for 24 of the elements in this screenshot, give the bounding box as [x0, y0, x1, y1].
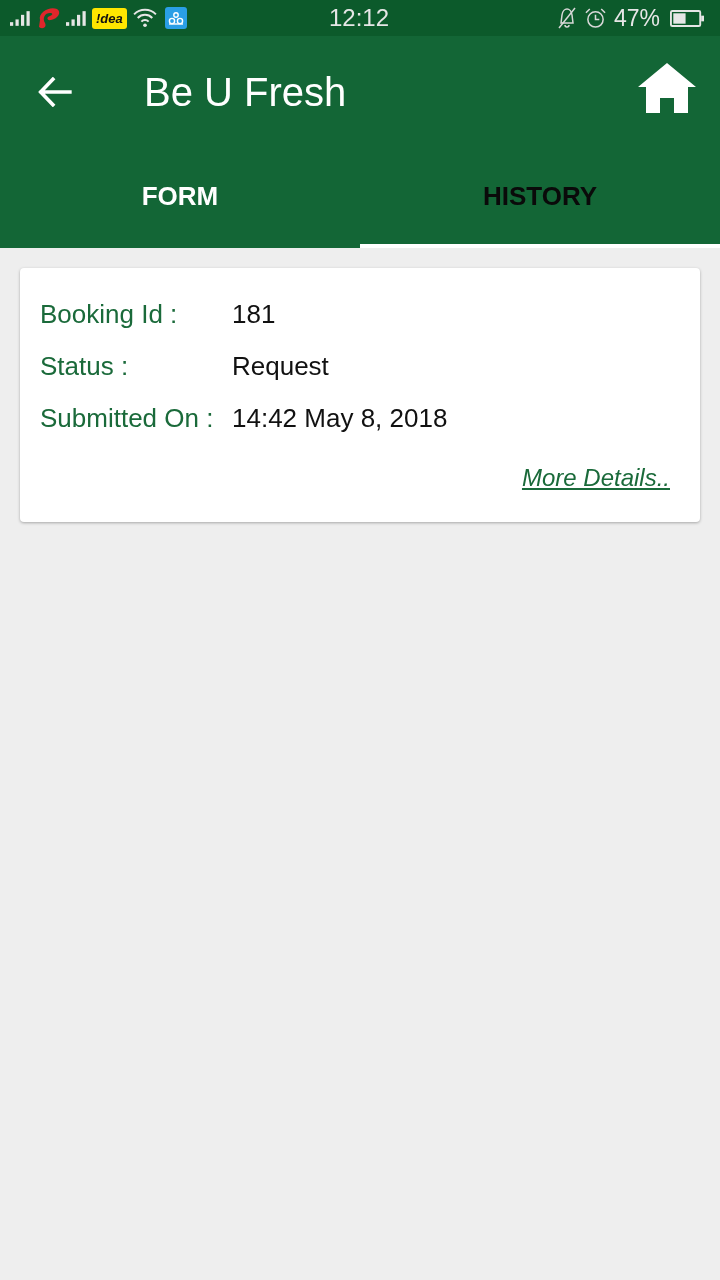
clock-time: 12:12 — [328, 4, 390, 32]
home-icon — [638, 63, 696, 113]
back-button[interactable] — [38, 77, 72, 107]
field-value: Request — [232, 350, 329, 382]
signal-icon — [66, 10, 88, 26]
app-title: Be U Fresh — [144, 69, 348, 115]
carrier-badge: !dea — [92, 7, 127, 29]
back-arrow-icon — [38, 77, 72, 107]
field-value: 14:42 May 8, 2018 — [232, 402, 448, 434]
signal-icon — [10, 10, 32, 26]
field-label: Booking Id : — [40, 298, 179, 330]
home-button[interactable] — [638, 63, 696, 113]
wifi-icon — [132, 8, 157, 28]
more-details-link[interactable]: More Details.. — [521, 464, 670, 492]
swirl-icon — [36, 6, 62, 30]
app-notification-icon — [164, 7, 187, 29]
field-value: 181 — [232, 298, 276, 330]
tab[interactable]: FORM — [0, 148, 360, 248]
battery-icon — [670, 9, 704, 27]
field-label: Status : — [40, 350, 130, 382]
bell-off-icon — [556, 7, 577, 29]
field-label: Submitted On : — [40, 402, 215, 434]
battery-percent: 47% — [613, 4, 660, 32]
alarm-clock-icon — [584, 7, 606, 29]
